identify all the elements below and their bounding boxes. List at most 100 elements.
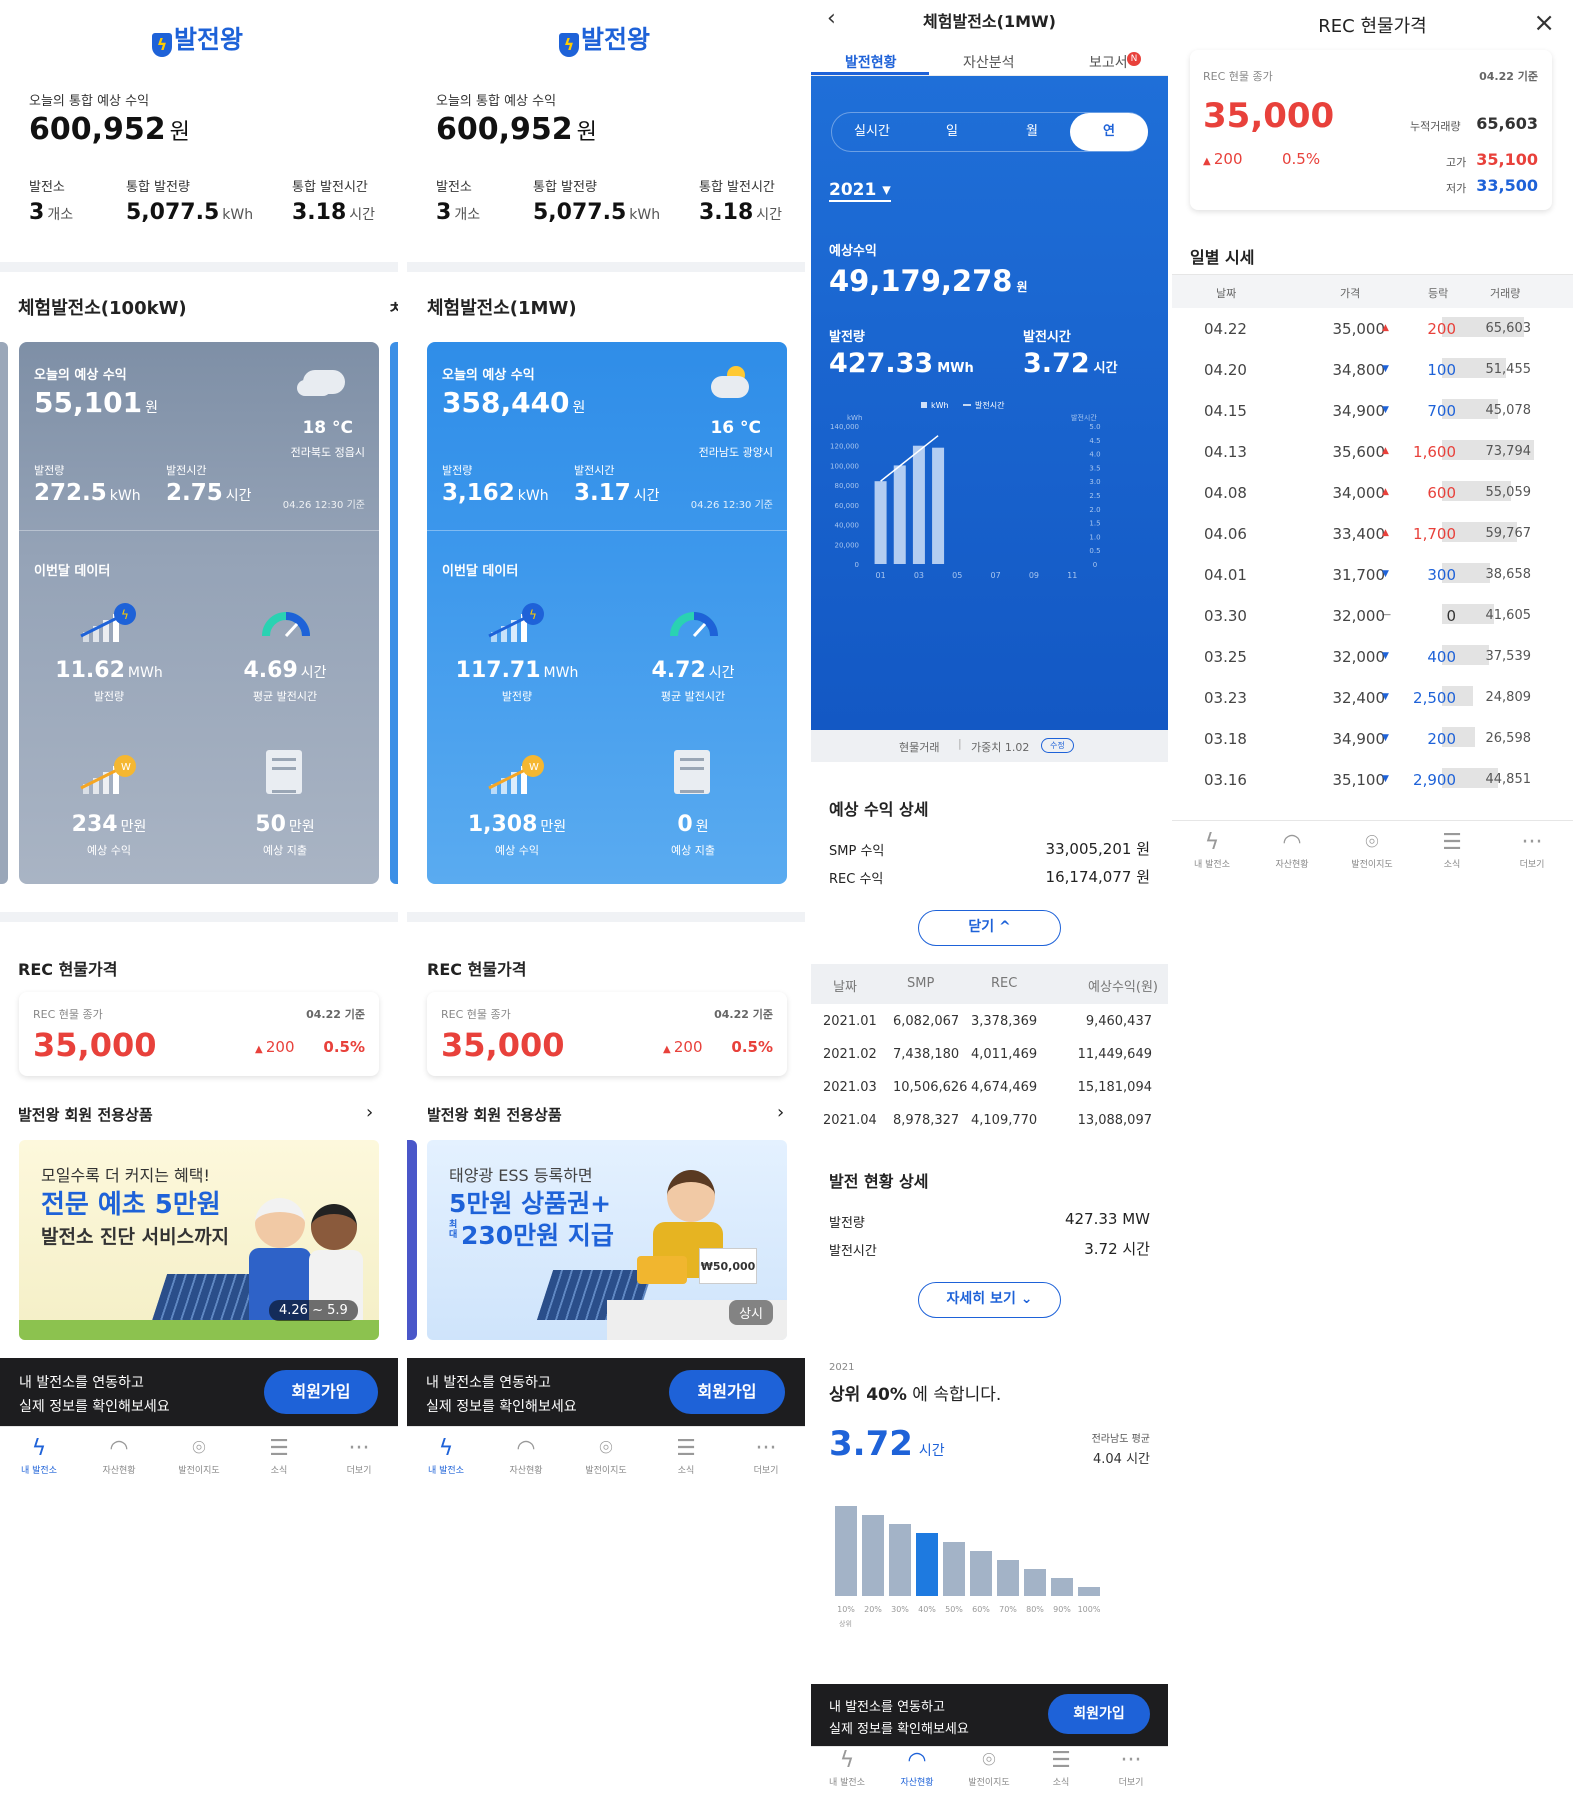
- nav-more[interactable]: ··· 더보기: [1502, 829, 1562, 870]
- signup-button[interactable]: 회원가입: [1048, 1694, 1150, 1734]
- nav-more[interactable]: ··· 더보기: [1101, 1747, 1161, 1788]
- report-new-badge: N: [1127, 52, 1141, 66]
- rec-card[interactable]: REC 현물 종가 04.22 기준 35,000 ▲ 200 0.5%: [427, 992, 787, 1076]
- period-selector: 실시간 일 월 연: [831, 112, 1148, 152]
- nav-more[interactable]: ··· 더보기: [736, 1435, 796, 1476]
- cumulative-volume: 65,603: [1476, 114, 1538, 133]
- nav-news[interactable]: ☰ 소식: [656, 1435, 716, 1476]
- rank-bar: [889, 1524, 911, 1596]
- gen-label: 통합 발전량: [533, 180, 597, 195]
- rec-change: ▲ 200: [1203, 150, 1243, 168]
- volume-cell: 55,059: [1485, 485, 1532, 500]
- nav-assets[interactable]: ◠ 자산현황: [1262, 829, 1322, 870]
- lightning-icon: ϟ: [438, 1436, 454, 1461]
- map-pin-icon: ⌾: [599, 1436, 613, 1461]
- plants-label: 발전소: [29, 180, 65, 195]
- bottom-nav: ϟ내 발전소 ◠ 자산현황 ⌾ 발전이지도 ☰ 소식 ··· 더보기: [811, 1746, 1168, 1800]
- tab-status[interactable]: 발전현황: [845, 52, 897, 72]
- hours-value: 3.18 시간: [292, 200, 376, 225]
- nav-map[interactable]: ⌾ 발전이지도: [169, 1435, 229, 1476]
- table-cell: 2021.04: [823, 1113, 877, 1128]
- today-gen: 3,162 kWh: [442, 480, 549, 506]
- signup-button[interactable]: 회원가입: [264, 1370, 378, 1414]
- close-icon[interactable]: ×: [1533, 8, 1555, 38]
- nav-news[interactable]: ☰ 소식: [1031, 1747, 1091, 1788]
- plant-card[interactable]: 오늘의 예상 수익 55,101 원 18 °C 전라북도 정읍시 발전량 272…: [19, 342, 379, 884]
- nav-more[interactable]: ··· 더보기: [329, 1435, 389, 1476]
- nav-assets[interactable]: ◠ 자산현황: [887, 1747, 947, 1788]
- month-gen: 117.71 MWh: [455, 658, 579, 683]
- summary-panel: ϟ 발전왕 오늘의 통합 예상 수익 600,952 원 발전소 3 개소 통합 발전…: [0, 0, 398, 262]
- bar-kwh: [912, 445, 925, 564]
- plants-value: 3 개소: [436, 200, 481, 225]
- collapse-button[interactable]: 닫기 ^: [918, 910, 1061, 946]
- period-month[interactable]: 월: [992, 113, 1072, 151]
- rec-pct: 0.5%: [731, 1038, 773, 1056]
- date-cell: 03.30: [1204, 607, 1247, 625]
- shield-logo-icon: ϟ: [559, 33, 579, 57]
- nav-map[interactable]: ⌾ 발전이지도: [576, 1435, 636, 1476]
- nav-assets[interactable]: ◠ 자산현황: [496, 1435, 556, 1476]
- nav-assets[interactable]: ◠ 자산현황: [89, 1435, 149, 1476]
- date-cell: 04.22: [1204, 320, 1247, 338]
- rec-card[interactable]: REC 현물 종가 04.22 기준 35,000 ▲ 200 0.5%: [19, 992, 379, 1076]
- weight-bar: 현물거래 | 가중치 1.02 수정: [811, 730, 1168, 762]
- nav-map[interactable]: ⌾ 발전이지도: [959, 1747, 1019, 1788]
- cloud-icon: [711, 376, 749, 398]
- bottom-nav: ϟ내 발전소 ◠ 자산현황 ⌾ 발전이지도 ☰ 소식 ··· 더보기: [0, 1426, 398, 1505]
- bottom-nav: ϟ내 발전소 ◠ 자산현황 ⌾ 발전이지도 ☰ 소식 ··· 더보기: [407, 1426, 805, 1505]
- nav-my-plant[interactable]: ϟ내 발전소: [416, 1435, 476, 1476]
- nav-my-plant[interactable]: ϟ내 발전소: [817, 1747, 877, 1788]
- signup-button[interactable]: 회원가입: [669, 1370, 785, 1414]
- period-year[interactable]: 연: [1070, 113, 1148, 151]
- rank-text: 상위 40% 에 속합니다.: [829, 1385, 1002, 1405]
- promo-banner[interactable]: 태양광 ESS 등록하면 5만원 상품권+ 최대 230만원 지급 ₩50,00…: [427, 1140, 787, 1340]
- nav-map[interactable]: ⌾ 발전이지도: [1342, 829, 1402, 870]
- date-cell: 03.25: [1204, 648, 1247, 666]
- rank-bar: [970, 1551, 992, 1596]
- x-tick-label: 07: [990, 571, 1000, 580]
- nav-my-plant[interactable]: ϟ내 발전소: [9, 1435, 69, 1476]
- year-dropdown[interactable]: 2021 ▾: [829, 180, 891, 202]
- map-pin-icon: ⌾: [1365, 830, 1379, 855]
- rec-income: 16,174,077 원: [1045, 868, 1150, 886]
- rank-tick-label: 70%: [999, 1605, 1017, 1614]
- nav-news[interactable]: ☰ 소식: [1422, 829, 1482, 870]
- income-chart-icon: W: [487, 754, 547, 802]
- rec-change: ▲ 200: [255, 1038, 295, 1056]
- news-icon: ☰: [1442, 830, 1462, 855]
- plants-label: 발전소: [436, 180, 472, 195]
- edit-weight-button[interactable]: 수정: [1041, 738, 1074, 753]
- date-cell: 03.16: [1204, 771, 1247, 789]
- voucher-card: ₩50,000: [699, 1248, 757, 1284]
- daily-table-header: 날짜 가격 등락 거래량: [1172, 274, 1573, 308]
- date-cell: 04.08: [1204, 484, 1247, 502]
- volume-cell: 73,794: [1485, 444, 1532, 459]
- tab-report[interactable]: 보고서: [1089, 52, 1128, 72]
- table-row: 03.18 34,900 ▼ 200 26,598: [1172, 718, 1573, 759]
- y2-tick-label: 0: [1093, 561, 1097, 569]
- direction-arrow-icon: ▼: [1382, 774, 1389, 784]
- chevron-right-icon[interactable]: ›: [366, 1102, 373, 1123]
- tab-asset-analysis[interactable]: 자산분석: [963, 52, 1015, 72]
- prev-banner-peek[interactable]: [407, 1140, 417, 1340]
- nav-my-plant[interactable]: ϟ내 발전소: [1182, 829, 1242, 870]
- period-day[interactable]: 일: [912, 113, 992, 151]
- app-logo: ϟ 발전왕: [559, 20, 650, 57]
- more-button[interactable]: 자세히 보기 ⌄: [918, 1282, 1061, 1318]
- summary-label: 오늘의 통합 예상 수익: [436, 94, 557, 109]
- table-row: 04.01 31,700 ▼ 300 38,658: [1172, 554, 1573, 595]
- next-section-peek[interactable]: ㅊ: [388, 294, 398, 318]
- promo-banner[interactable]: 모일수록 더 커지는 혜택! 전문 예초 5만원 발전소 진단 서비스까지 4.…: [19, 1140, 379, 1340]
- chevron-right-icon[interactable]: ›: [777, 1102, 784, 1123]
- nav-news[interactable]: ☰ 소식: [249, 1435, 309, 1476]
- gen-label: 통합 발전량: [126, 180, 190, 195]
- prev-card-peek[interactable]: [0, 342, 8, 884]
- plant-card[interactable]: 오늘의 예상 수익 358,440 원 16 °C 전라남도 광양시 발전량 3,…: [427, 342, 787, 884]
- x-tick-label: 11: [1067, 571, 1077, 580]
- next-card-peek[interactable]: [390, 342, 398, 884]
- temperature: 18 °C: [302, 418, 353, 438]
- y2-tick-label: 4.5: [1089, 437, 1100, 445]
- volume-cell: 45,078: [1485, 403, 1532, 418]
- period-realtime[interactable]: 실시간: [832, 113, 912, 151]
